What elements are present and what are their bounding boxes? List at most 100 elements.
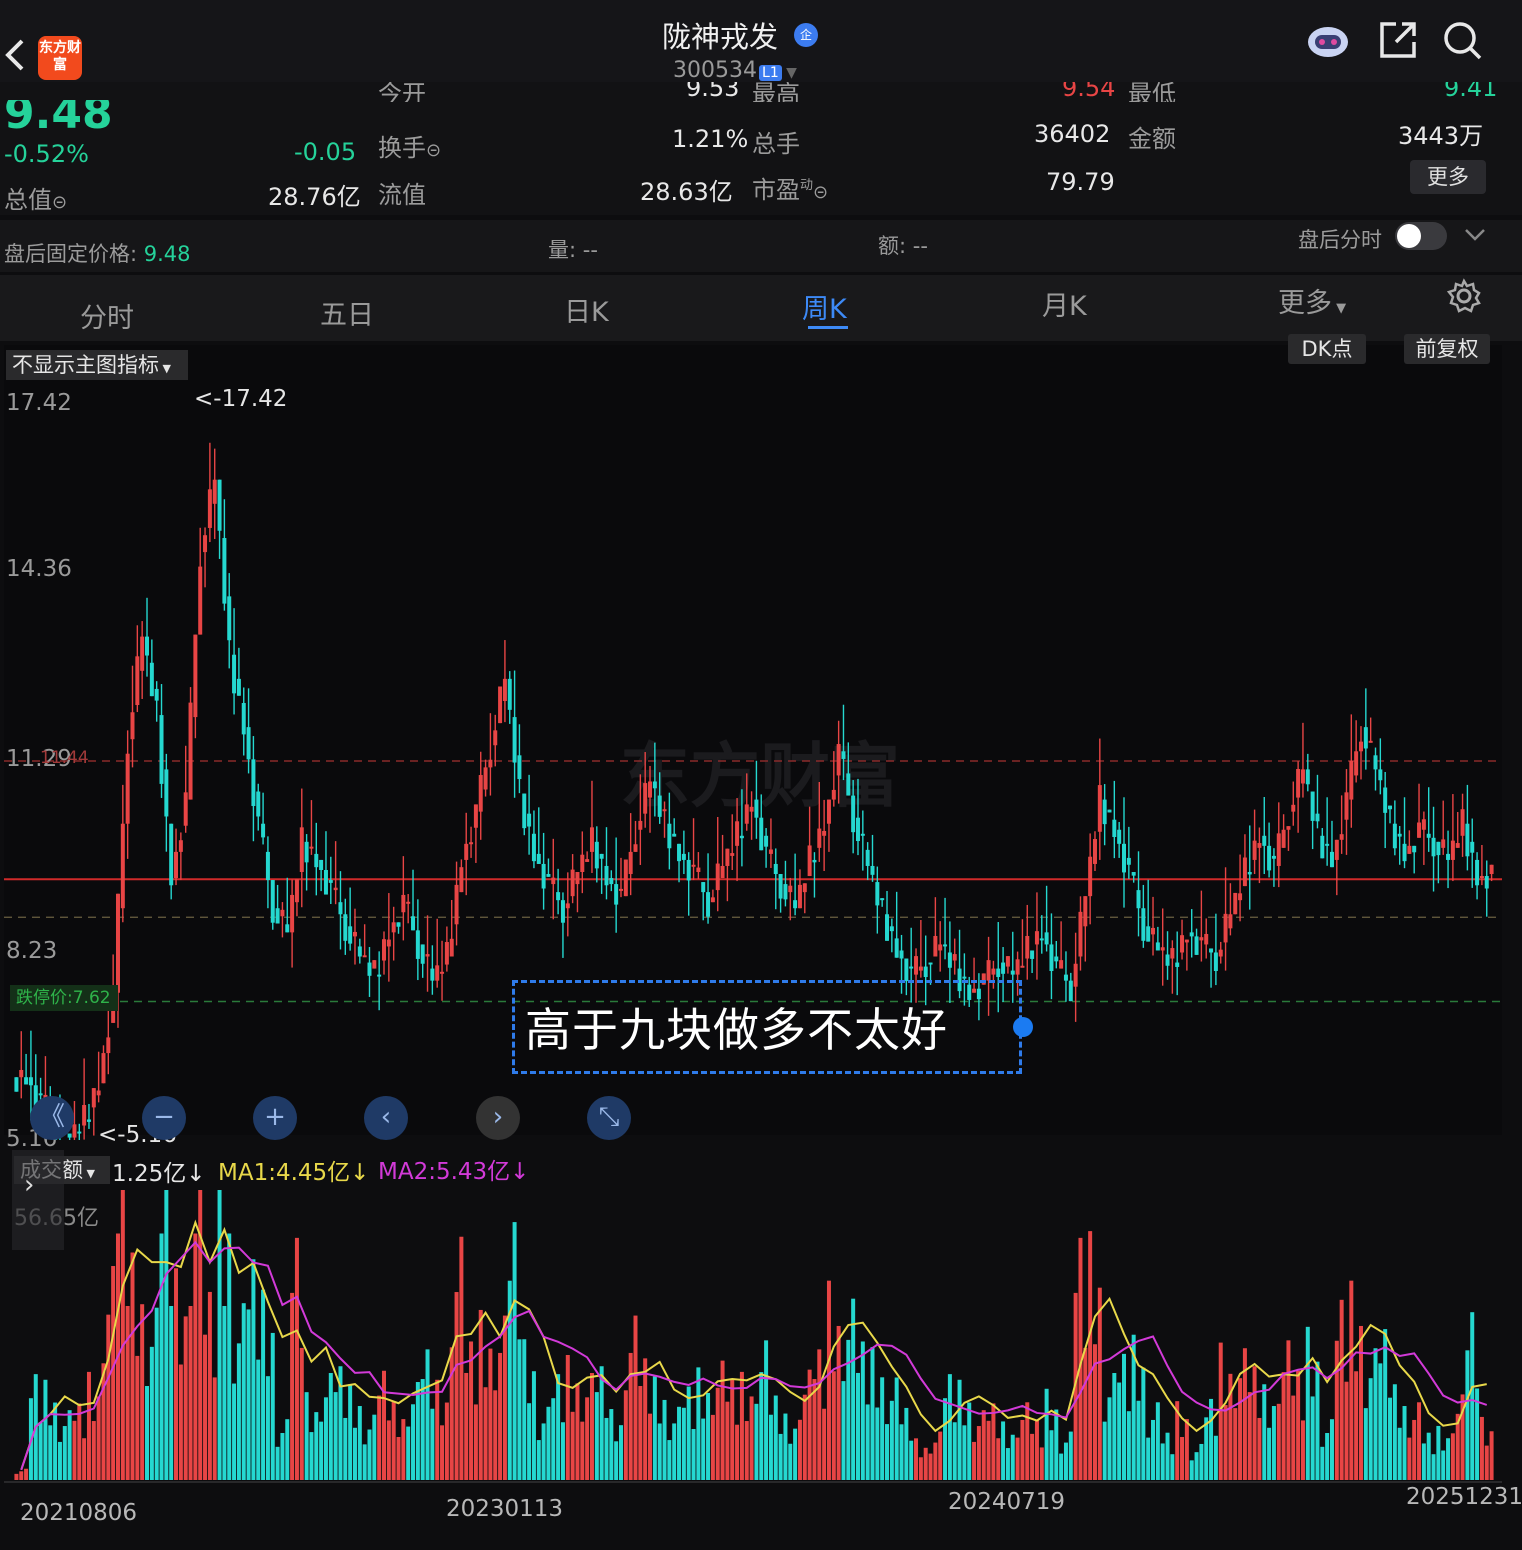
candle-body	[362, 955, 367, 958]
indicator-select[interactable]: 不显示主图指标 ▼	[6, 350, 188, 380]
candle-body	[1059, 960, 1064, 969]
candle-body	[188, 702, 193, 800]
volume-bar	[207, 1291, 212, 1480]
high-marker: <-17.42	[194, 386, 288, 412]
candle-body	[91, 1088, 96, 1108]
candle-body	[420, 944, 425, 964]
volume-bar	[914, 1438, 919, 1480]
volume-bar	[1088, 1231, 1093, 1480]
volume-bar	[1388, 1397, 1393, 1480]
candle-body	[730, 853, 735, 856]
candle-body	[681, 853, 686, 860]
candle-body	[1136, 890, 1141, 909]
volume-bar	[145, 1386, 150, 1480]
candle-body	[797, 884, 802, 909]
candle-body	[396, 922, 401, 927]
volume-bar	[459, 1236, 464, 1480]
volume-bar	[319, 1421, 324, 1480]
candle-body	[1020, 965, 1025, 968]
candle-body	[1402, 843, 1407, 862]
candle-body	[280, 909, 285, 917]
volume-bar	[357, 1406, 362, 1480]
candle-body	[72, 1124, 77, 1138]
scroll-right-button[interactable]: ›	[476, 1096, 520, 1140]
zoom-out-button[interactable]: −	[142, 1096, 186, 1140]
volume-bar	[860, 1341, 865, 1480]
candle-body	[812, 859, 817, 863]
volume-bar	[614, 1441, 619, 1480]
candle-body	[1228, 914, 1233, 929]
volume-bar	[440, 1425, 445, 1480]
fullscreen-button[interactable]: ⤡	[587, 1096, 631, 1140]
volume-bar	[657, 1423, 662, 1480]
candle-body	[101, 1053, 106, 1084]
volume-bar	[1276, 1403, 1281, 1480]
annotation-handle[interactable]	[1013, 1017, 1033, 1037]
volume-bar	[125, 1306, 130, 1480]
dk-point-button[interactable]: DK点	[1288, 334, 1366, 364]
candle-body	[464, 843, 469, 860]
candle-body	[488, 759, 493, 768]
annotation-text: 高于九块做多不太好	[525, 1003, 948, 1057]
zoom-in-button[interactable]: +	[253, 1096, 297, 1140]
candle-body	[807, 845, 812, 877]
volume-bar	[1039, 1447, 1044, 1480]
candle-body	[686, 859, 691, 881]
candle-body	[715, 863, 720, 891]
date-label-1: 20210806	[20, 1500, 138, 1526]
volume-bar	[1407, 1437, 1412, 1480]
volume-bar	[227, 1233, 232, 1480]
candle-body	[1010, 970, 1015, 975]
volume-bar	[14, 1473, 19, 1480]
candle-body	[178, 840, 183, 852]
candle-body	[198, 566, 203, 635]
candle-body	[203, 535, 208, 553]
volume-bar	[1001, 1421, 1006, 1480]
volume-bar	[120, 1190, 125, 1480]
candle-body	[406, 901, 411, 904]
scroll-left-button[interactable]: ‹	[364, 1096, 408, 1140]
scroll-start-button[interactable]: 《	[30, 1096, 74, 1140]
candle-body	[125, 753, 130, 824]
volume-bar	[1329, 1419, 1334, 1480]
candle-body	[836, 744, 841, 776]
candle-body	[1247, 872, 1252, 875]
candle-body	[996, 968, 1001, 978]
volume-bar	[1015, 1437, 1020, 1480]
adjust-button[interactable]: 前复权	[1404, 334, 1490, 364]
volume-bar	[174, 1268, 179, 1480]
candle-body	[1131, 872, 1136, 876]
candle-body	[720, 865, 725, 879]
volume-bar	[1262, 1384, 1267, 1480]
candle-body	[1363, 727, 1368, 749]
volume-bar	[430, 1408, 435, 1480]
volume-bar	[43, 1379, 48, 1480]
candle-body	[1267, 845, 1272, 871]
volume-bar	[938, 1431, 943, 1480]
candle-body	[299, 827, 304, 873]
volume-bar	[749, 1396, 754, 1480]
candle-body	[1044, 932, 1049, 945]
volume-bar	[1146, 1437, 1151, 1480]
side-expand-panel[interactable]: ›	[12, 1150, 64, 1250]
volume-bar	[512, 1222, 517, 1480]
volume-bar	[1025, 1402, 1030, 1480]
volume-bar	[502, 1315, 507, 1480]
volume-bar	[473, 1404, 478, 1480]
candle-body	[580, 854, 585, 873]
volume-bar	[140, 1304, 145, 1480]
candle-body	[899, 950, 904, 959]
candle-body	[294, 879, 299, 903]
candle-body	[372, 960, 377, 969]
volume-bar	[415, 1382, 420, 1480]
candle-body	[265, 851, 270, 881]
candle-body	[1257, 843, 1262, 848]
candle-body	[67, 1133, 72, 1138]
volume-bar	[1421, 1443, 1426, 1480]
candle-body	[1383, 787, 1388, 813]
candle-body	[1436, 841, 1441, 856]
candle-body	[691, 864, 696, 867]
candle-body	[851, 795, 856, 833]
volume-bar	[1184, 1419, 1189, 1480]
volume-bar	[67, 1410, 72, 1480]
